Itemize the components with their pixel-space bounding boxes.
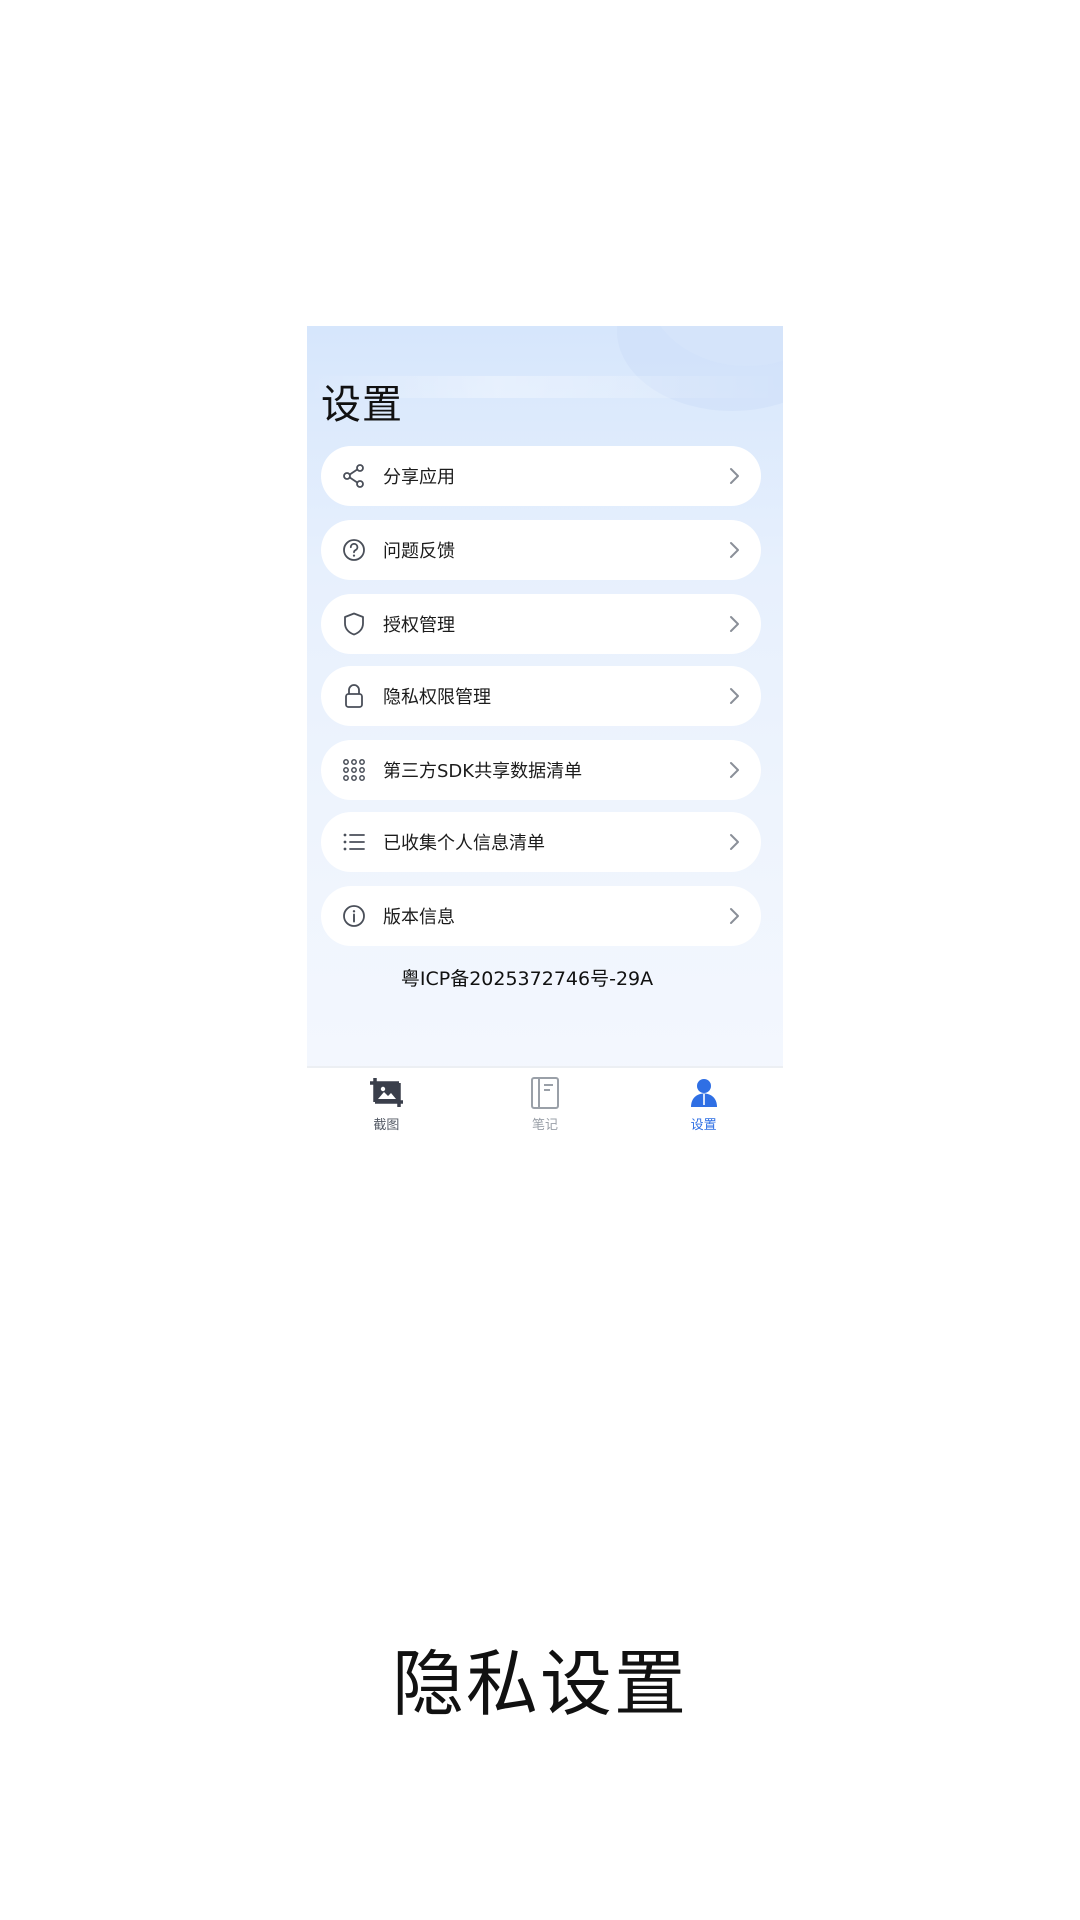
tab-screenshot[interactable]: 截图	[307, 1068, 466, 1141]
list-icon	[339, 827, 369, 857]
question-circle-icon	[339, 535, 369, 565]
page-title: 设置	[321, 382, 403, 428]
dots-grid-icon	[339, 755, 369, 785]
tab-label: 截图	[373, 1118, 400, 1133]
lock-icon	[339, 681, 369, 711]
menu-item-label: 已收集个人信息清单	[383, 833, 545, 854]
tab-label: 设置	[690, 1118, 717, 1133]
icp-license-text: 粤ICP备2025372746号-29A	[400, 968, 654, 990]
tab-settings[interactable]: 设置	[624, 1068, 783, 1141]
menu-item-version-info[interactable]: 版本信息	[321, 886, 761, 946]
crop-image-icon	[366, 1076, 406, 1110]
phone-screen: 设置 分享应用 问题反馈 授权管理 隐私权限管理 第三方SDK共享数据清单 已收…	[307, 326, 783, 1141]
user-icon	[684, 1076, 724, 1110]
menu-item-label: 分享应用	[383, 467, 455, 488]
tab-label: 笔记	[532, 1118, 559, 1133]
chevron-right-icon	[725, 541, 743, 559]
menu-item-label: 隐私权限管理	[383, 687, 491, 708]
bottom-tab-bar: 截图 笔记 设置	[307, 1066, 783, 1141]
chevron-right-icon	[725, 833, 743, 851]
info-circle-icon	[339, 901, 369, 931]
chevron-right-icon	[725, 615, 743, 633]
menu-item-authorization[interactable]: 授权管理	[321, 594, 761, 654]
menu-item-label: 授权管理	[383, 615, 455, 636]
screen: 设置 分享应用 问题反馈 授权管理 隐私权限管理 第三方SDK共享数据清单 已收…	[0, 0, 1080, 1920]
menu-item-privacy-permission[interactable]: 隐私权限管理	[321, 666, 761, 726]
tab-notes[interactable]: 笔记	[466, 1068, 625, 1141]
menu-item-share-app[interactable]: 分享应用	[321, 446, 761, 506]
menu-item-feedback[interactable]: 问题反馈	[321, 520, 761, 580]
menu-item-label: 问题反馈	[383, 541, 455, 562]
chevron-right-icon	[725, 467, 743, 485]
chevron-right-icon	[725, 907, 743, 925]
chevron-right-icon	[725, 687, 743, 705]
menu-item-label: 版本信息	[383, 907, 455, 928]
shield-icon	[339, 609, 369, 639]
promo-caption: 隐私设置	[391, 1642, 688, 1726]
menu-item-label: 第三方SDK共享数据清单	[383, 761, 583, 782]
chevron-right-icon	[725, 761, 743, 779]
notebook-icon	[525, 1076, 565, 1110]
menu-item-sdk-list[interactable]: 第三方SDK共享数据清单	[321, 740, 761, 800]
menu-item-personal-info-list[interactable]: 已收集个人信息清单	[321, 812, 761, 872]
share-icon	[339, 461, 369, 491]
